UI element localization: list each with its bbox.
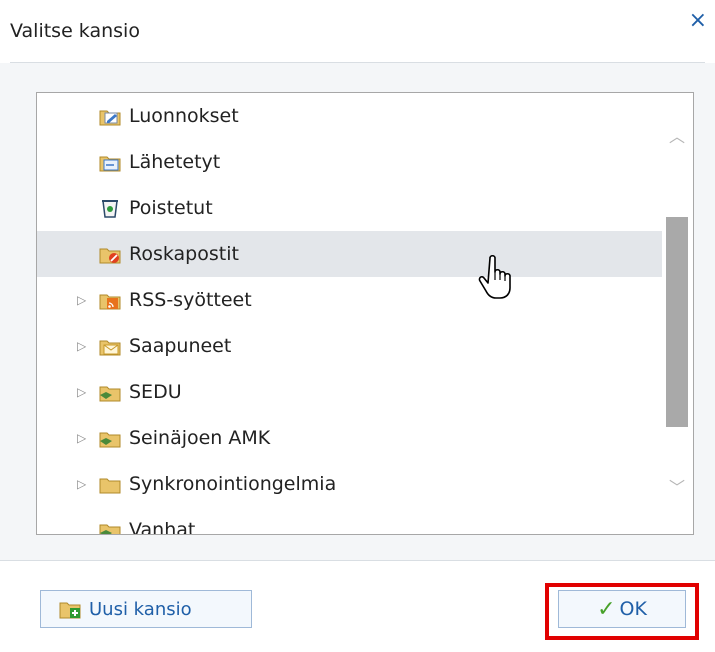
folder-label: Roskapostit (129, 243, 239, 265)
folder-label: SEDU (129, 381, 182, 403)
folder-item-seinajoen-amk[interactable]: ▷ Seinäjoen AMK (37, 415, 662, 461)
folder-item-poistetut[interactable]: Poistetut (37, 185, 662, 231)
checkmark-icon: ✓ (597, 596, 616, 622)
rss-folder-icon (99, 294, 121, 310)
scrollbar-thumb[interactable] (666, 217, 688, 427)
sent-folder-icon (99, 156, 121, 172)
shared-folder-icon (99, 432, 121, 448)
scroll-up-icon[interactable]: ︿ (667, 123, 687, 146)
close-icon[interactable]: × (689, 10, 707, 32)
expand-arrow-icon[interactable]: ▷ (77, 477, 86, 491)
folder-label: Synkronointiongelmia (129, 473, 337, 495)
folder-item-vanhat[interactable]: Vanhat (37, 507, 662, 535)
new-folder-button[interactable]: Uusi kansio (40, 590, 252, 628)
folder-item-rss-syotteet[interactable]: ▷ RSS-syötteet (37, 277, 662, 323)
folder-label: Vanhat (129, 519, 196, 535)
drafts-folder-icon (99, 110, 121, 126)
shared-folder-icon (99, 386, 121, 402)
expand-arrow-icon[interactable]: ▷ (77, 431, 86, 445)
new-folder-icon (59, 602, 81, 619)
new-folder-label: Uusi kansio (89, 598, 192, 620)
folder-label: Seinäjoen AMK (129, 427, 271, 449)
folder-label: Saapuneet (129, 335, 232, 357)
folder-label: Lähetetyt (129, 151, 221, 173)
folder-item-saapuneet[interactable]: ▷ Saapuneet (37, 323, 662, 369)
hand-cursor-icon (478, 254, 511, 299)
expand-arrow-icon[interactable]: ▷ (77, 293, 86, 307)
vertical-scrollbar[interactable]: ︿ ﹀ (661, 93, 693, 534)
folder-label: RSS-syötteet (129, 289, 252, 311)
folder-label: Poistetut (129, 197, 213, 219)
shared-folder-icon (99, 524, 121, 534)
junk-folder-icon (99, 248, 121, 264)
folder-label: Luonnokset (129, 105, 239, 127)
folder-item-roskapostit[interactable]: Roskapostit (37, 231, 662, 277)
deleted-folder-icon (102, 200, 118, 218)
inbox-folder-icon (99, 340, 121, 356)
ok-button[interactable]: ✓ OK (558, 590, 686, 628)
folder-item-lahetetyt[interactable]: Lähetetyt (37, 139, 662, 185)
folder-item-luonnokset[interactable]: Luonnokset (37, 93, 662, 139)
folder-list[interactable]: Luonnokset Lähetetyt Poistetut Roskapost… (36, 92, 694, 535)
expand-arrow-icon[interactable]: ▷ (77, 339, 86, 353)
expand-arrow-icon[interactable]: ▷ (77, 385, 86, 399)
footer-divider (0, 560, 715, 561)
scroll-down-icon[interactable]: ﹀ (667, 474, 687, 497)
dialog-title: Valitse kansio (10, 20, 140, 42)
folder-item-sedu[interactable]: ▷ SEDU (37, 369, 662, 415)
folder-icon (99, 478, 121, 494)
ok-label: OK (619, 598, 647, 620)
folder-item-synkronointiongelmia[interactable]: ▷ Synkronointiongelmia (37, 461, 662, 507)
